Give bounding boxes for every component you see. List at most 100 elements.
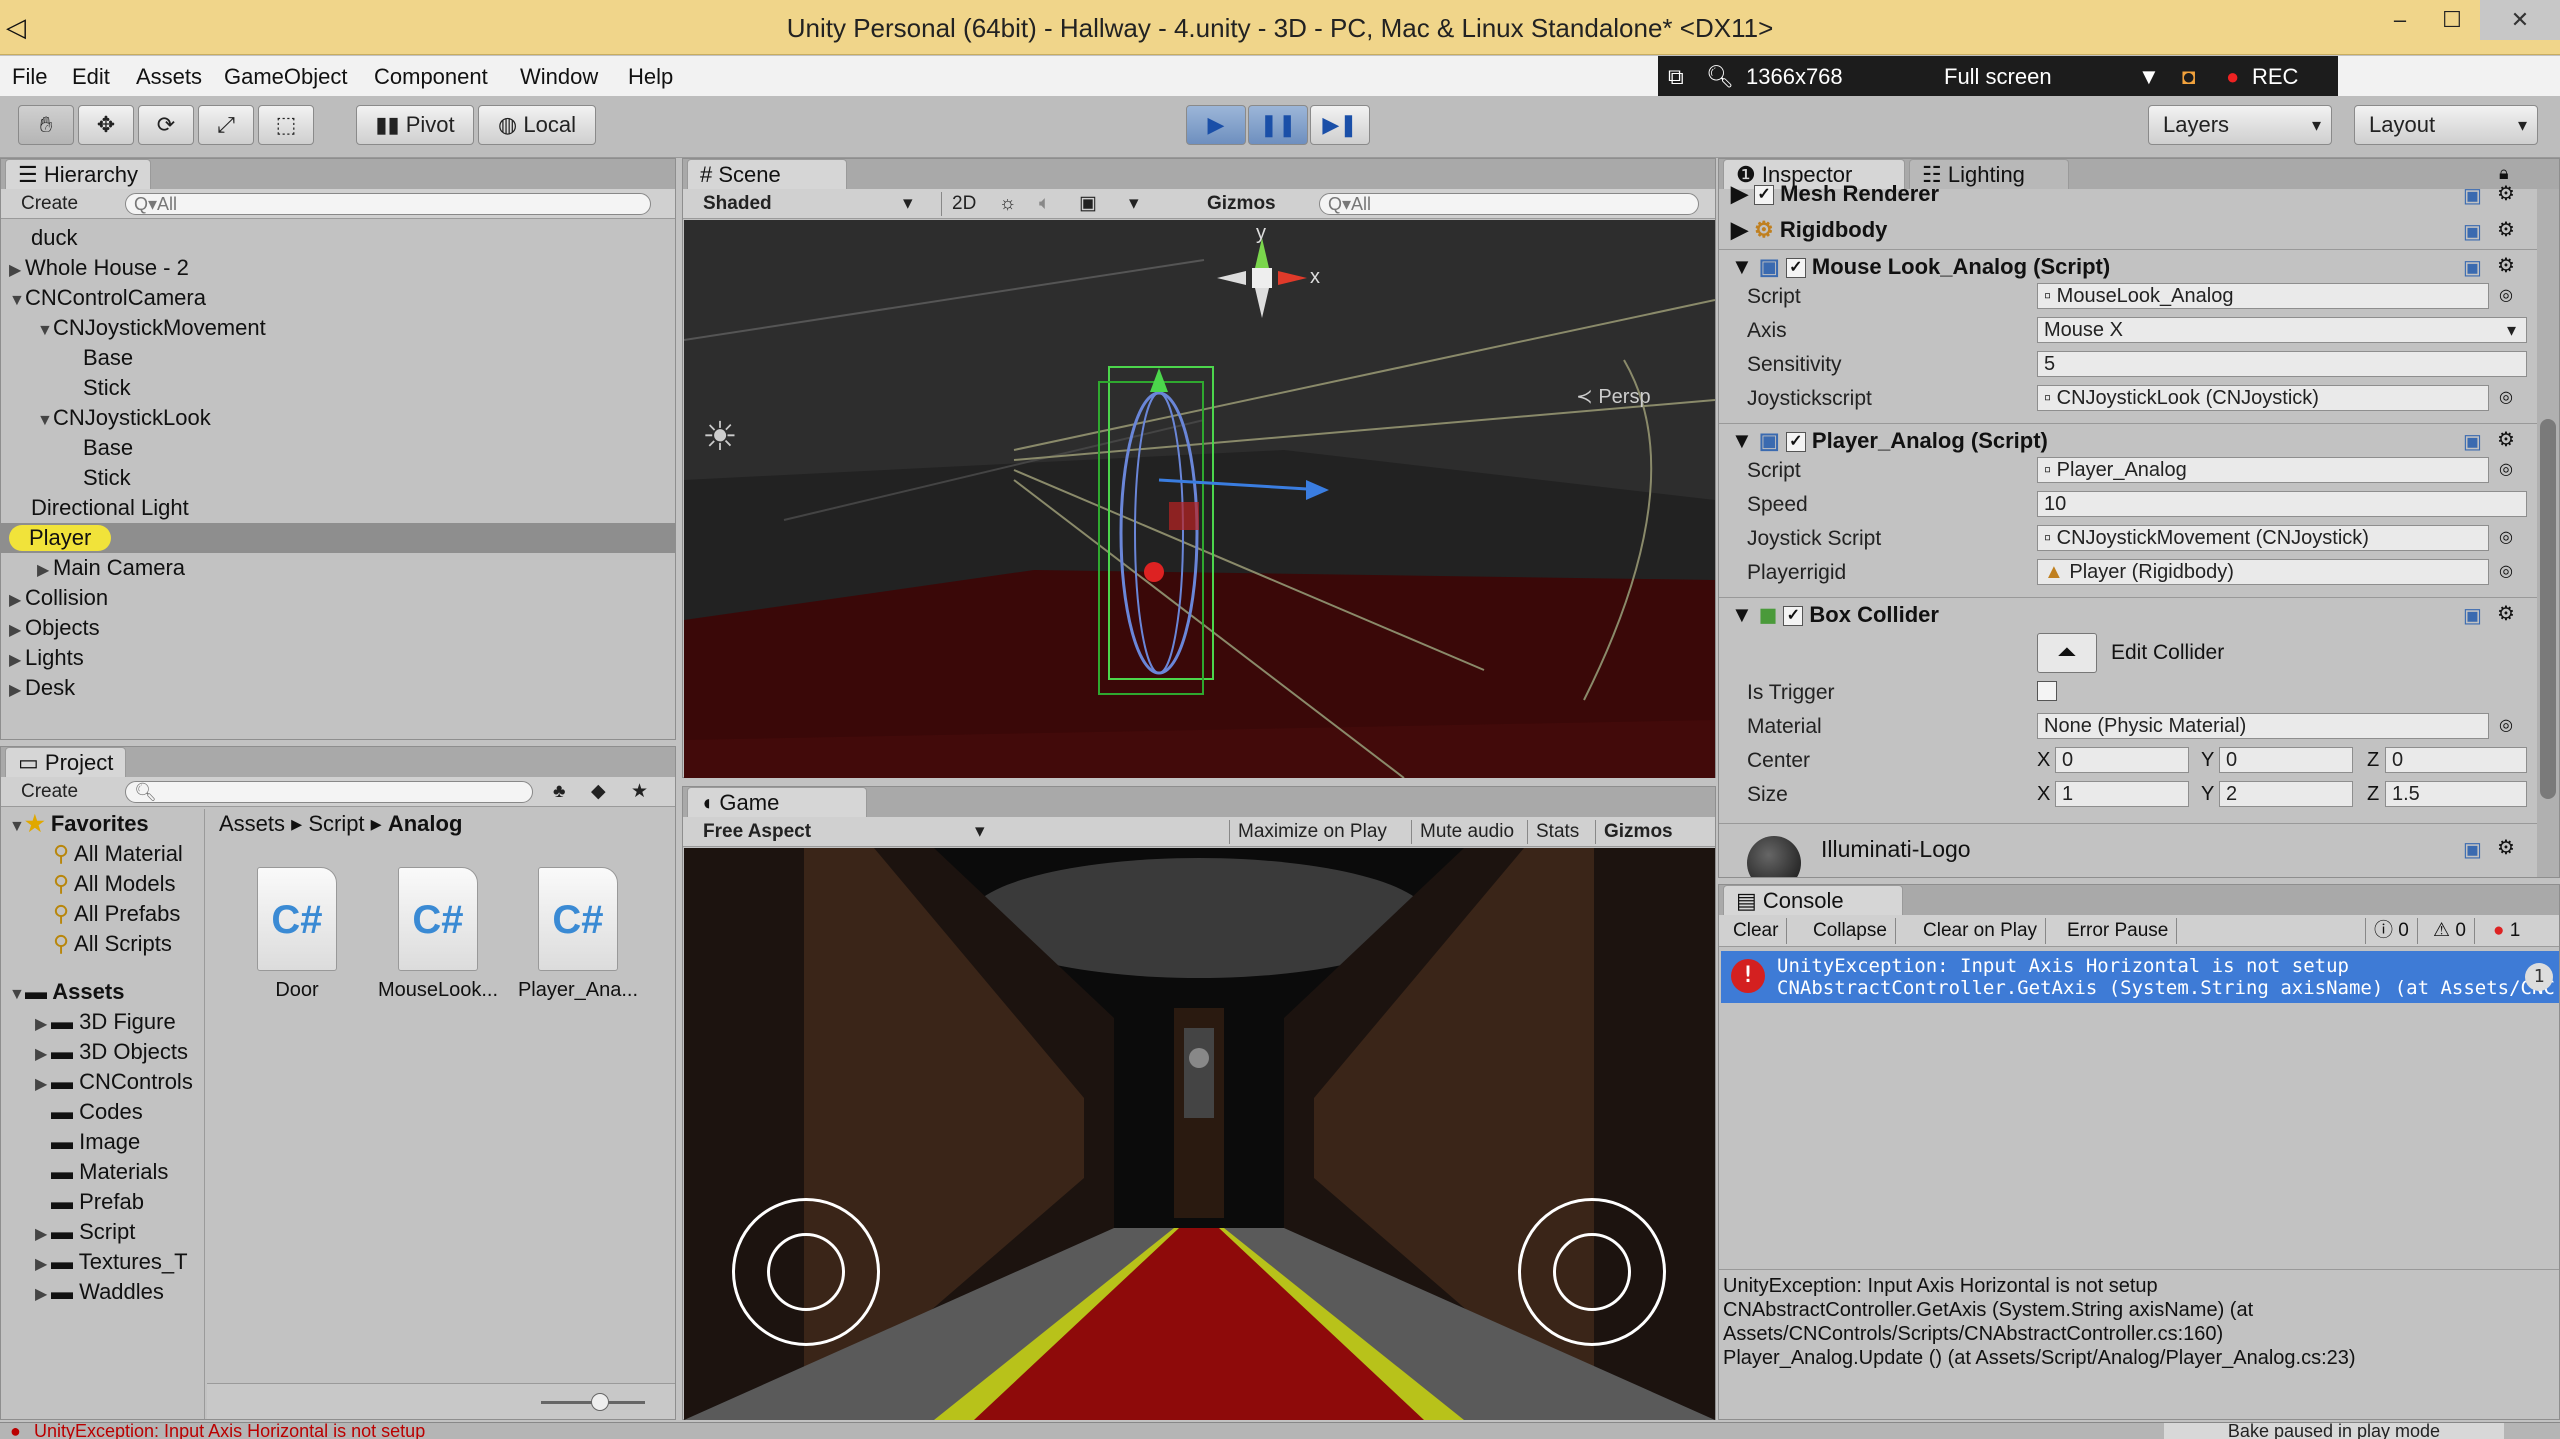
hierarchy-item-directional-light[interactable]: Directional Light [1, 493, 675, 523]
menu-component[interactable]: Component [374, 64, 488, 90]
gizmos-dropdown[interactable]: Gizmos [1207, 192, 1276, 216]
step-button[interactable]: ▶❚ [1310, 105, 1370, 145]
sensitivity-field[interactable]: 5 [2037, 351, 2527, 377]
filter-type-icon[interactable]: ♣ [553, 780, 565, 804]
component-mesh-renderer[interactable]: ▶ ✓ Mesh Renderer [1719, 181, 2559, 207]
local-toggle[interactable]: ◍ Local [478, 105, 596, 145]
menu-gameobject[interactable]: GameObject [224, 64, 348, 90]
game-viewport[interactable] [684, 848, 1715, 1420]
folder-codes[interactable]: ▬ Codes [1, 1097, 204, 1127]
object-picker-icon[interactable]: ◎ [2499, 561, 2513, 581]
expand-icon[interactable]: ▶ [9, 256, 25, 286]
folder-waddles[interactable]: ▶ ▬ Waddles [1, 1277, 204, 1307]
size-x-field[interactable]: 1 [2055, 781, 2189, 807]
file-door[interactable]: C# Door [247, 867, 347, 1007]
gear-icon[interactable]: ⚙ [2497, 181, 2515, 206]
layout-dropdown[interactable]: Layout [2354, 105, 2538, 145]
maximize-on-play-button[interactable]: Maximize on Play [1229, 820, 1387, 844]
breadcrumb-script[interactable]: Script [308, 811, 364, 836]
expand-icon[interactable]: ▶ [9, 676, 25, 706]
rotate-tool-icon[interactable]: ⟳ [138, 105, 194, 145]
record-label[interactable]: REC [2252, 64, 2298, 90]
hierarchy-item-desk[interactable]: ▶ Desk [1, 673, 675, 703]
camera-icon[interactable]: ◘ [2182, 64, 2195, 90]
error-count-toggle[interactable]: ● 1 [2485, 918, 2528, 944]
warning-count-toggle[interactable]: ⚠ 0 [2425, 918, 2475, 944]
play-button[interactable]: ▶ [1186, 105, 1246, 145]
help-icon[interactable]: ▣ [2463, 603, 2482, 628]
filter-label-icon[interactable]: ◆ [591, 780, 606, 804]
gear-icon[interactable]: ⚙ [2497, 427, 2515, 452]
folder-3d-figure[interactable]: ▶ ▬ 3D Figure [1, 1007, 204, 1037]
collapse-icon[interactable]: ▼ [9, 286, 25, 316]
collapse-icon[interactable]: ▼ [1731, 254, 1759, 279]
object-picker-icon[interactable]: ◎ [2499, 715, 2513, 735]
stats-button[interactable]: Stats [1527, 820, 1579, 844]
fav-all-material[interactable]: ⚲ All Material [1, 839, 204, 869]
help-icon[interactable]: ▣ [2463, 837, 2482, 862]
help-icon[interactable]: ▣ [2463, 429, 2482, 454]
hierarchy-item-stick[interactable]: Stick [1, 463, 675, 493]
projection-label[interactable]: ≺ Persp [1576, 384, 1651, 409]
clear-on-play-button[interactable]: Clear on Play [1915, 918, 2047, 944]
hierarchy-item-cnjoysticklook[interactable]: ▼CNJoystickLook [1, 403, 675, 433]
magnifier-icon[interactable]: 🔍︎ [1706, 64, 1734, 90]
close-button[interactable]: ✕ [2480, 0, 2560, 40]
window-select-icon[interactable]: ⧉ [1668, 64, 1684, 90]
hierarchy-item-player[interactable]: Player [1, 523, 675, 553]
hierarchy-item-whole-house[interactable]: ▶ Whole House - 2 [1, 253, 675, 283]
right-joystick-base[interactable] [1518, 1198, 1666, 1346]
collapse-icon[interactable]: ▼ [1731, 428, 1759, 453]
status-message[interactable]: UnityException: Input Axis Horizontal is… [34, 1423, 425, 1439]
object-picker-icon[interactable]: ◎ [2499, 285, 2513, 305]
expand-icon[interactable]: ▶ [35, 1010, 51, 1040]
chevron-down-icon[interactable]: ▾ [903, 192, 913, 216]
gear-icon[interactable]: ⚙ [2497, 217, 2515, 242]
folder-materials[interactable]: ▬ Materials [1, 1157, 204, 1187]
chevron-down-icon[interactable]: ▾ [975, 820, 985, 844]
image-effects-icon[interactable]: ▣ [1079, 192, 1097, 216]
fav-all-prefabs[interactable]: ⚲ All Prefabs [1, 899, 204, 929]
error-pause-button[interactable]: Error Pause [2059, 918, 2178, 944]
hierarchy-item-base[interactable]: Base [1, 433, 675, 463]
expand-icon[interactable]: ▶ [9, 616, 25, 646]
aspect-dropdown[interactable]: Free Aspect [703, 820, 811, 844]
scene-search-input[interactable]: Q▾All [1319, 193, 1699, 215]
icon-size-slider-thumb[interactable] [591, 1393, 609, 1411]
tab-game[interactable]: ◖ Game [687, 787, 867, 817]
collapse-icon[interactable]: ▼ [1731, 602, 1759, 627]
pause-button[interactable]: ❚❚ [1248, 105, 1308, 145]
gear-icon[interactable]: ⚙ [2497, 253, 2515, 278]
shading-dropdown[interactable]: Shaded [703, 192, 772, 216]
rect-tool-icon[interactable]: ⬚ [258, 105, 314, 145]
tab-project[interactable]: ▭ Project [5, 747, 127, 777]
project-search-input[interactable]: 🔍︎ [125, 781, 533, 803]
collapse-icon[interactable]: ▼ [37, 406, 53, 436]
sun-lighting-icon[interactable]: ☼ [999, 192, 1016, 216]
expand-icon[interactable]: ▶ [35, 1070, 51, 1100]
info-count-toggle[interactable]: ⓘ 0 [2365, 918, 2418, 944]
folder-script[interactable]: ▶ ▬ Script [1, 1217, 204, 1247]
enable-checkbox[interactable]: ✓ [1754, 185, 1775, 206]
folder-image[interactable]: ▬ Image [1, 1127, 204, 1157]
breadcrumb-assets[interactable]: Assets [219, 811, 285, 836]
joystick-script-field[interactable]: ▫ CNJoystickMovement (CNJoystick) [2037, 525, 2489, 551]
joystickscript-field[interactable]: ▫ CNJoystickLook (CNJoystick) [2037, 385, 2489, 411]
fav-all-scripts[interactable]: ⚲ All Scripts [1, 929, 204, 959]
chevron-down-icon[interactable]: ▾ [1129, 192, 1139, 216]
right-joystick-stick[interactable] [1553, 1233, 1631, 1311]
fav-all-models[interactable]: ⚲ All Models [1, 869, 204, 899]
console-entry-selected[interactable]: ! UnityException: Input Axis Horizontal … [1721, 951, 2559, 1003]
component-mouse-look[interactable]: ▼ ▣ ✓ Mouse Look_Analog (Script) [1719, 249, 2559, 283]
enable-checkbox[interactable]: ✓ [1783, 606, 1804, 627]
file-player-analog[interactable]: C# Player_Ana... [513, 867, 643, 1007]
is-trigger-checkbox[interactable] [2037, 681, 2057, 701]
clear-button[interactable]: Clear [1725, 918, 1788, 944]
gear-icon[interactable]: ⚙ [2497, 601, 2515, 626]
material-section[interactable]: Illuminati-Logo [1719, 823, 2549, 877]
player-script-field[interactable]: ▫ Player_Analog [2037, 457, 2489, 483]
hierarchy-item-stick[interactable]: Stick [1, 373, 675, 403]
mute-audio-button[interactable]: Mute audio [1411, 820, 1514, 844]
physic-material-field[interactable]: None (Physic Material) [2037, 713, 2489, 739]
hierarchy-item-main-camera[interactable]: ▶ Main Camera [1, 553, 675, 583]
